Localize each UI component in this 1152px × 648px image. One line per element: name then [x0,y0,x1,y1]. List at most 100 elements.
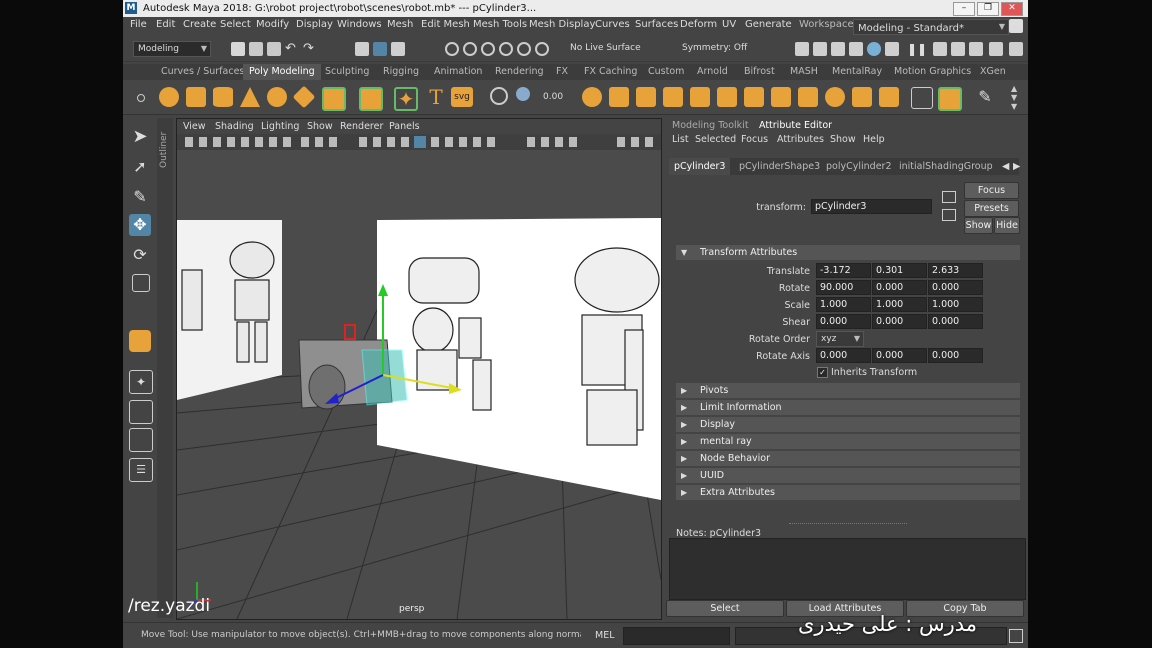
tab-poly-modeling[interactable]: Poly Modeling [243,64,321,80]
attr-menu-show[interactable]: Show [830,134,856,145]
select-tool-icon[interactable]: ➤ [129,126,151,148]
scale-y-field[interactable]: 1.000 [872,297,927,312]
tab-arnold[interactable]: Arnold [697,66,728,77]
poly-platonic-icon[interactable] [359,87,383,111]
smooth-icon[interactable]: 0.00 [543,87,563,107]
menu-file[interactable]: File [130,19,147,30]
shear-y-field[interactable]: 0.000 [872,314,927,329]
menuset-dropdown[interactable]: Modeling ▼ [133,41,211,57]
attr-menu-help[interactable]: Help [863,134,885,145]
append-polygon-icon[interactable] [690,87,710,107]
rotate-axis-y-field[interactable]: 0.000 [872,348,927,363]
boolean-icon[interactable] [582,87,602,107]
modeling-toolkit-toggle-icon[interactable] [1009,42,1023,56]
attribute-editor-toggle-icon[interactable] [969,42,983,56]
menu-generate[interactable]: Generate [745,19,792,30]
poly-cone-icon[interactable] [240,87,260,107]
vp-menu-lighting[interactable]: Lighting [261,121,299,132]
select-by-object-icon[interactable] [373,42,387,56]
pause-icon[interactable]: ❚❚ [907,42,927,56]
combine-icon[interactable] [490,87,508,105]
section-uuid[interactable]: ▶ UUID [676,468,1020,483]
rotate-axis-x-field[interactable]: 0.000 [816,348,871,363]
scale-z-field[interactable]: 1.000 [928,297,983,312]
go-to-input-icon[interactable] [942,191,956,203]
shear-x-field[interactable]: 0.000 [816,314,871,329]
snap-point-icon[interactable] [481,42,495,56]
scale-tool-icon[interactable] [132,274,150,292]
snap-view-plane-icon[interactable] [499,42,513,56]
menu-display[interactable]: Display [296,19,333,30]
automatic-mapping-icon[interactable] [938,87,962,111]
tabs-scroll-right-icon[interactable]: ▶ [1013,161,1020,172]
type-tool-icon[interactable]: T [426,87,446,107]
tab-bifrost[interactable]: Bifrost [744,66,775,77]
focus-button[interactable]: Focus [964,182,1019,199]
mirror-icon[interactable] [798,87,818,107]
select-button[interactable]: Select [666,600,784,617]
bevel-icon[interactable] [663,87,683,107]
tab-sculpting[interactable]: Sculpting [325,66,369,77]
menu-mesh-tools[interactable]: Mesh Tools [473,19,527,30]
ipr-render-icon[interactable] [831,42,845,56]
multi-cut-icon[interactable] [825,87,845,107]
outliner-strip[interactable]: Outliner [157,118,173,618]
lock-icon[interactable] [1009,19,1023,33]
lighting-mode-icons[interactable] [527,137,577,147]
paint-tool-icon[interactable]: ✎ [975,87,995,107]
render-settings-icon[interactable] [849,42,863,56]
splitter-handle[interactable] [789,523,907,526]
shelf-scroll-icon[interactable]: ▲ ▼ ▼ [1011,84,1017,111]
move-tool-icon[interactable]: ✥ [129,214,151,236]
select-by-hierarchy-icon[interactable] [355,42,369,56]
workspace-dropdown[interactable]: Modeling - Standard* ▼ [853,19,1009,35]
node-tab-pcylinder3[interactable]: pCylinder3 [669,158,731,175]
render-current-frame-icon[interactable] [813,42,827,56]
poly-disc-icon[interactable] [322,87,346,111]
outliner-layout-icon[interactable]: ☰ [129,458,153,482]
extrude-icon[interactable] [609,87,629,107]
snap-live-icon[interactable] [517,42,531,56]
select-by-component-icon[interactable] [391,42,405,56]
section-limit-information[interactable]: ▶ Limit Information [676,400,1020,415]
section-node-behavior[interactable]: ▶ Node Behavior [676,451,1020,466]
svg-tool-icon[interactable]: svg [451,87,473,107]
menu-uv[interactable]: UV [722,19,736,30]
node-tab-pcylindershape3[interactable]: pCylinderShape3 [739,161,820,172]
attr-menu-selected[interactable]: Selected [695,134,736,145]
poly-sphere-icon[interactable] [159,87,179,107]
vp-menu-renderer[interactable]: Renderer [340,121,383,132]
shear-z-field[interactable]: 0.000 [928,314,983,329]
transform-name-field[interactable]: pCylinder3 [811,199,932,214]
super-shape-icon[interactable]: ✦ [394,87,418,111]
tab-attribute-editor[interactable]: Attribute Editor [759,120,832,131]
menu-edit[interactable]: Edit [156,19,175,30]
render-setup-icon[interactable] [885,42,899,56]
menu-select[interactable]: Select [220,19,251,30]
merge-icon[interactable] [744,87,764,107]
menu-mesh[interactable]: Mesh [387,19,413,30]
mel-command-input[interactable] [623,627,730,645]
translate-y-field[interactable]: 0.301 [872,263,927,278]
outliner-toggle-icon[interactable] [933,42,947,56]
menu-modify[interactable]: Modify [256,19,289,30]
minimize-button[interactable]: – [953,2,975,16]
poly-torus-icon[interactable] [267,87,287,107]
tab-curves-surfaces[interactable]: Curves / Surfaces [161,66,244,77]
tool-settings-toggle-icon[interactable] [989,42,1003,56]
section-extra-attributes[interactable]: ▶ Extra Attributes [676,485,1020,500]
isolate-select-icons[interactable] [617,137,657,147]
hypershade-icon[interactable] [867,42,881,56]
separate-icon[interactable] [516,87,530,101]
snap-grid-icon[interactable] [445,42,459,56]
new-scene-icon[interactable] [231,42,245,56]
tabs-scroll-left-icon[interactable]: ◀ [1002,161,1009,172]
tab-rigging[interactable]: Rigging [383,66,419,77]
undo-icon[interactable]: ↶ [285,42,299,56]
poly-cube-icon[interactable] [186,87,206,107]
insert-edge-loop-icon[interactable] [852,87,872,107]
tab-xgen[interactable]: XGen [980,66,1006,77]
tab-fx-caching[interactable]: FX Caching [584,66,637,77]
rotate-order-dropdown[interactable]: xyz ▼ [816,331,864,347]
attr-menu-attributes[interactable]: Attributes [777,134,824,145]
